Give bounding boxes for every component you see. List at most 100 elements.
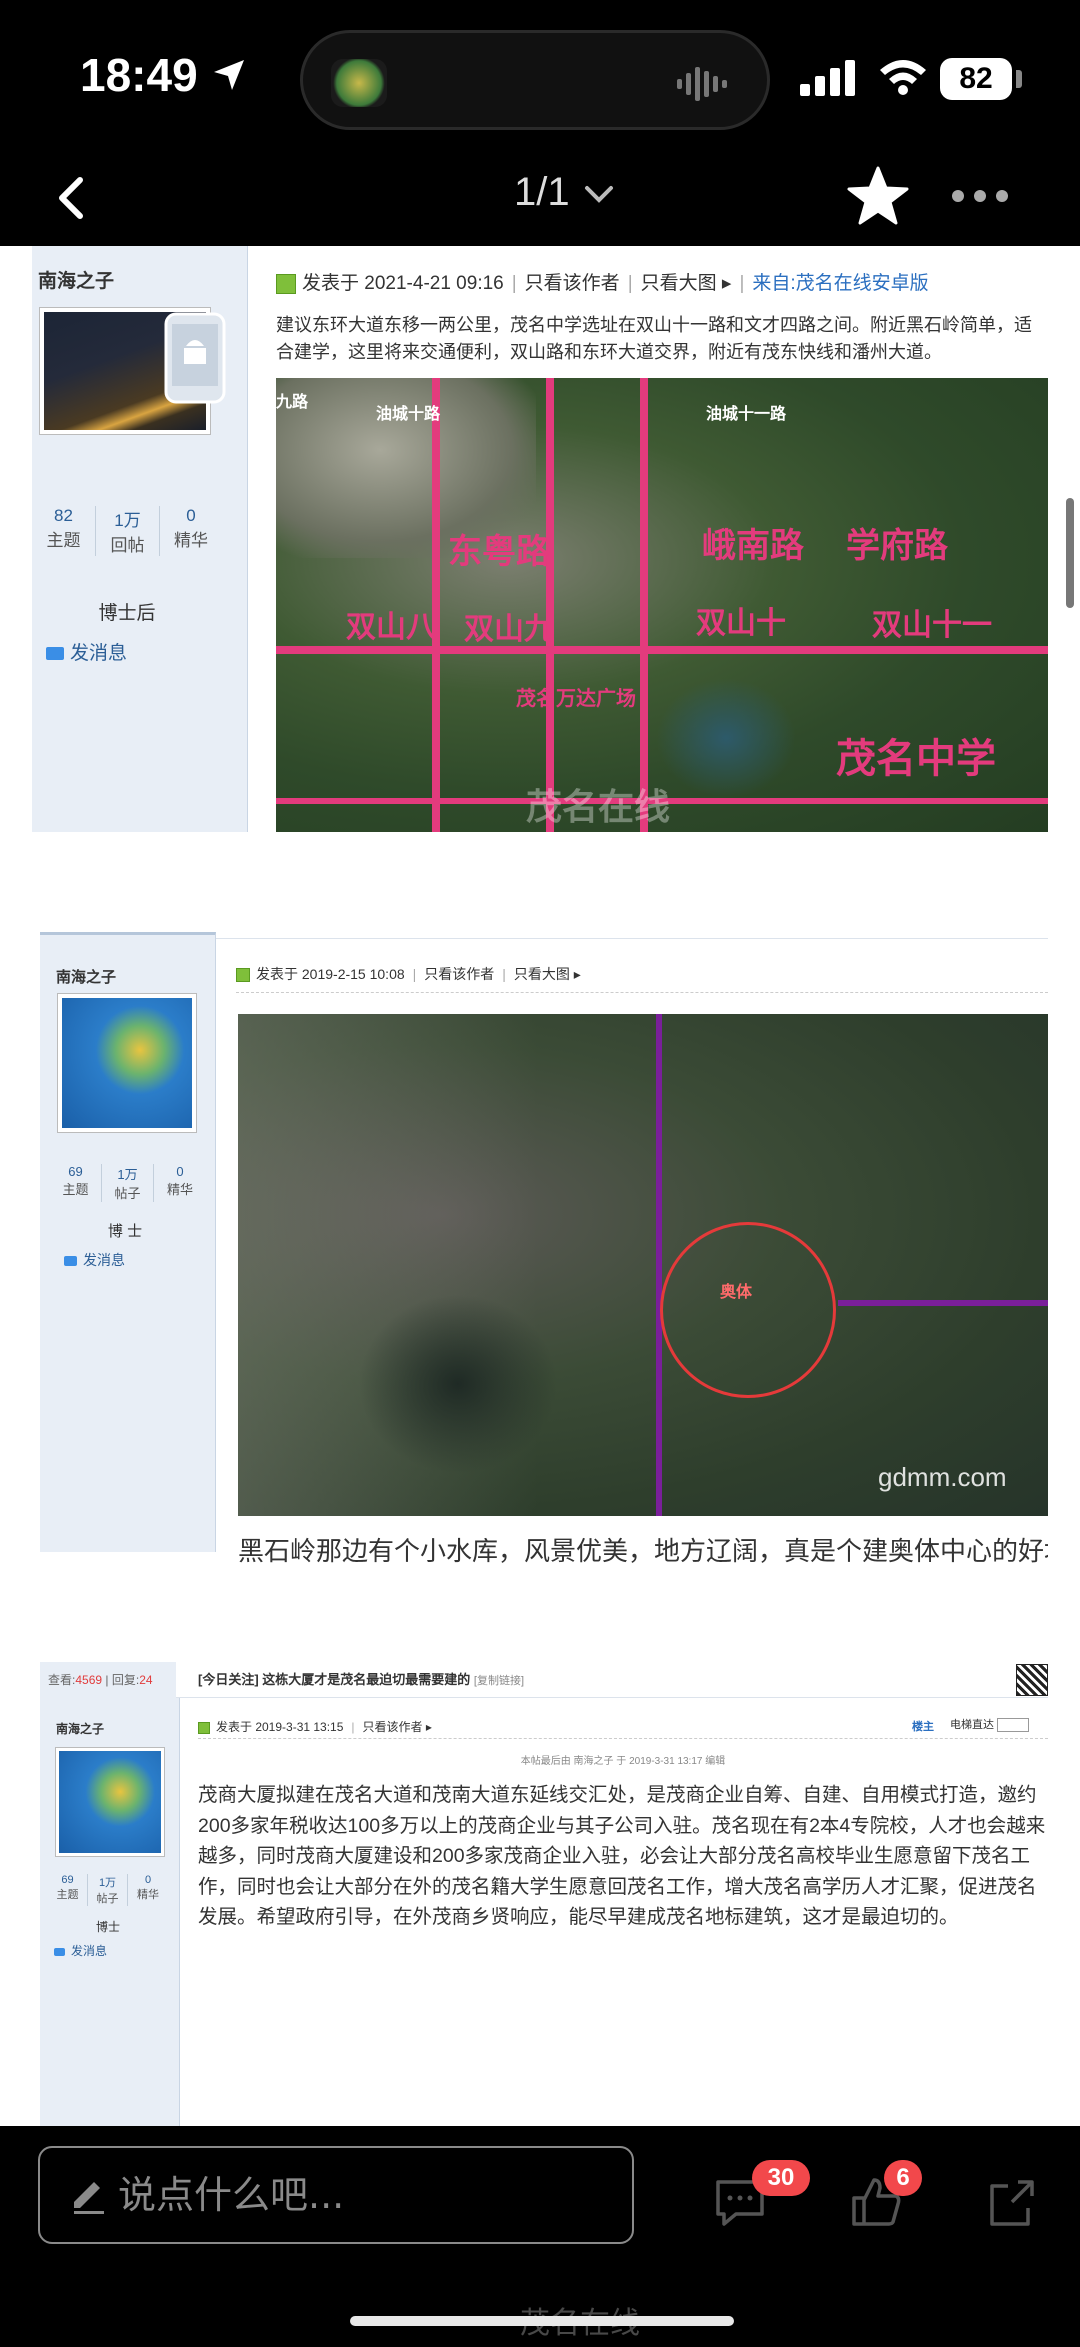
map-road <box>276 646 1048 654</box>
meta-divider <box>236 992 1048 993</box>
location-arrow-icon <box>214 60 244 90</box>
author-name[interactable]: 南海之子 <box>38 266 114 293</box>
map-label: 九路 <box>276 394 309 411</box>
more-options-icon[interactable] <box>950 186 1010 206</box>
map-label: 油城十一路 <box>706 406 787 423</box>
dynamic-island <box>300 30 770 130</box>
author-avatar[interactable] <box>58 994 196 1132</box>
post-meta: 发表于 2019-3-31 13:15 | 只看该作者 ▸ <box>198 1718 432 1735</box>
post-icon <box>198 1721 210 1734</box>
map-label: 奥体 <box>720 1284 753 1301</box>
stat-replies[interactable]: 1万 回帖 <box>96 506 160 556</box>
map-label: 双山八 <box>346 611 436 644</box>
source-link[interactable]: 来自:茂名在线安卓版 <box>752 273 928 294</box>
map-label: 东粤路 <box>448 533 550 571</box>
author-rank: 博士 <box>95 1920 120 1934</box>
meta-divider <box>198 1738 1048 1739</box>
only-author-link[interactable]: 只看该作者 <box>363 1720 423 1734</box>
post-header-line <box>216 938 1048 939</box>
map-label: 双山九 <box>464 613 554 646</box>
map-label: 茂名中学 <box>836 737 996 781</box>
stat-digest[interactable]: 0 精华 <box>160 506 222 556</box>
comments-count-badge: 30 <box>752 2160 810 2196</box>
back-chevron-icon[interactable] <box>44 168 104 228</box>
author-rank: 博 士 <box>107 1223 143 1240</box>
envelope-icon <box>46 647 64 661</box>
map-road <box>640 378 648 832</box>
big-image-link[interactable]: 只看大图 <box>641 273 717 294</box>
stat-digest[interactable]: 0 精华 <box>154 1164 206 1202</box>
stat-posts[interactable]: 1万 帖子 <box>102 1164 154 1202</box>
post-body: 建议东环大道东移一两公里，茂名中学选址在双山十一路和文才四路之间。附近黑石岭简单… <box>276 315 1032 362</box>
map-watermark: 茂名在线 <box>526 786 671 827</box>
forum-post-1: 南海之子 82 主题 1万 回帖 0 精华 博士后 发消息 发表于 2021-4-21… <box>32 246 1048 832</box>
author-stats: 69 主题 1万 帖子 0 精华 <box>48 1874 168 1906</box>
floor-label: 楼主 <box>912 1721 934 1733</box>
map-road <box>656 1014 662 1516</box>
cellular-signal-icon <box>800 60 855 96</box>
thread-stats: 查看:4569 | 回复:24 <box>40 1662 176 1698</box>
map-circle-marker <box>660 1222 836 1398</box>
map-label: 双山十 <box>696 607 786 640</box>
stat-topics[interactable]: 69 主题 <box>50 1164 102 1202</box>
now-playing-app-icon <box>331 59 387 107</box>
map-label: 茂名万达广场 <box>516 688 636 710</box>
stat-posts[interactable]: 1万 帖子 <box>88 1874 128 1906</box>
send-message-link[interactable]: 发消息 <box>64 1250 125 1270</box>
send-message-link[interactable]: 发消息 <box>46 638 127 665</box>
map-label: 学府路 <box>846 527 948 565</box>
page-indicator[interactable]: 1/1 <box>514 170 570 215</box>
favorite-star-icon[interactable] <box>846 164 910 228</box>
pencil-icon <box>74 2182 104 2214</box>
forum-post-3: 查看:4569 | 回复:24 [今日关注] 这栋大厦才是茂名最迫切最需要建的 … <box>40 1662 1048 2126</box>
likes-count-badge: 6 <box>884 2160 922 2196</box>
map-road <box>838 1300 1048 1306</box>
post-meta: 发表于 2019-2-15 10:08 | 只看该作者 | 只看大图 ▸ <box>236 964 581 984</box>
send-message-link[interactable]: 发消息 <box>54 1942 107 1959</box>
stat-digest[interactable]: 0 精华 <box>128 1874 168 1906</box>
author-stats: 82 主题 1万 回帖 0 精华 <box>32 506 222 556</box>
envelope-icon <box>64 1256 77 1267</box>
bottom-action-bar: 说点什么吧... 30 6 茂名在线 <box>0 2126 1080 2347</box>
elevator-jump[interactable]: 电梯直达 <box>950 1716 1030 1733</box>
stat-topics[interactable]: 69 主题 <box>48 1874 88 1906</box>
author-name[interactable]: 南海之子 <box>56 1720 104 1737</box>
map-label: 双山十一 <box>872 609 992 642</box>
stat-topics[interactable]: 82 主题 <box>32 506 96 556</box>
chevron-down-icon[interactable] <box>584 184 614 204</box>
post-icon <box>276 273 296 294</box>
forum-post-2: 南海之子 69 主题 1万 帖子 0 精华 博 士 发消息 发表于 2019-2-15… <box>40 932 1048 1566</box>
comment-input[interactable]: 说点什么吧... <box>38 2146 634 2244</box>
battery-tip <box>1016 70 1022 88</box>
audio-wave-icon <box>677 67 727 101</box>
post-meta: 发表于 2021-4-21 09:16 | 只看该作者 | 只看大图 ▸ | 来自:茂名在线… <box>276 268 929 295</box>
map-watermark: gdmm.com <box>878 1462 1007 1492</box>
only-author-link[interactable]: 只看该作者 <box>525 273 620 294</box>
envelope-icon <box>54 1947 65 1956</box>
satellite-map-image-2[interactable]: 奥体 gdmm.com <box>238 1014 1048 1516</box>
battery-indicator: 82 <box>940 58 1012 100</box>
home-indicator[interactable] <box>350 2316 734 2326</box>
author-name[interactable]: 南海之子 <box>56 966 116 987</box>
author-stats: 69 主题 1万 帖子 0 精华 <box>50 1164 206 1202</box>
author-rank: 博士后 <box>98 603 156 624</box>
status-bar: 18:49 82 <box>0 0 1080 150</box>
author-avatar[interactable] <box>56 1748 164 1856</box>
post-body: 黑石岭那边有个小水库，风景优美，地方辽阔，真是个建奥体中心的好地方 <box>238 1536 1048 1566</box>
map-label: 峨南路 <box>702 527 804 565</box>
scroll-indicator[interactable] <box>1066 498 1074 608</box>
android-device-icon <box>164 312 226 404</box>
copy-link[interactable]: [复制链接] <box>474 1675 524 1687</box>
satellite-map-image-1[interactable]: 九路 油城十路 油城十一路 东粤路 峨南路 学府路 双山八 双山九 双山十 双山… <box>276 378 1048 832</box>
edit-note: 本帖最后由 南海之子 于 2019-3-31 13:17 编辑 <box>520 1756 726 1767</box>
big-image-link[interactable]: 只看大图 <box>514 966 570 982</box>
qr-code-icon[interactable] <box>1016 1664 1048 1696</box>
thread-header-bar: 查看:4569 | 回复:24 [今日关注] 这栋大厦才是茂名最迫切最需要建的 … <box>40 1662 1048 1698</box>
share-icon[interactable] <box>988 2178 1036 2228</box>
top-nav-bar: 1/1 <box>0 150 1080 246</box>
post-icon <box>236 968 250 983</box>
map-label: 油城十路 <box>376 406 441 423</box>
article-content[interactable]: 南海之子 82 主题 1万 回帖 0 精华 博士后 发消息 发表于 2021-4-21… <box>0 246 1080 2126</box>
thread-title: [今日关注] 这栋大厦才是茂名最迫切最需要建的 [复制链接] <box>198 1672 525 1687</box>
only-author-link[interactable]: 只看该作者 <box>424 966 494 982</box>
